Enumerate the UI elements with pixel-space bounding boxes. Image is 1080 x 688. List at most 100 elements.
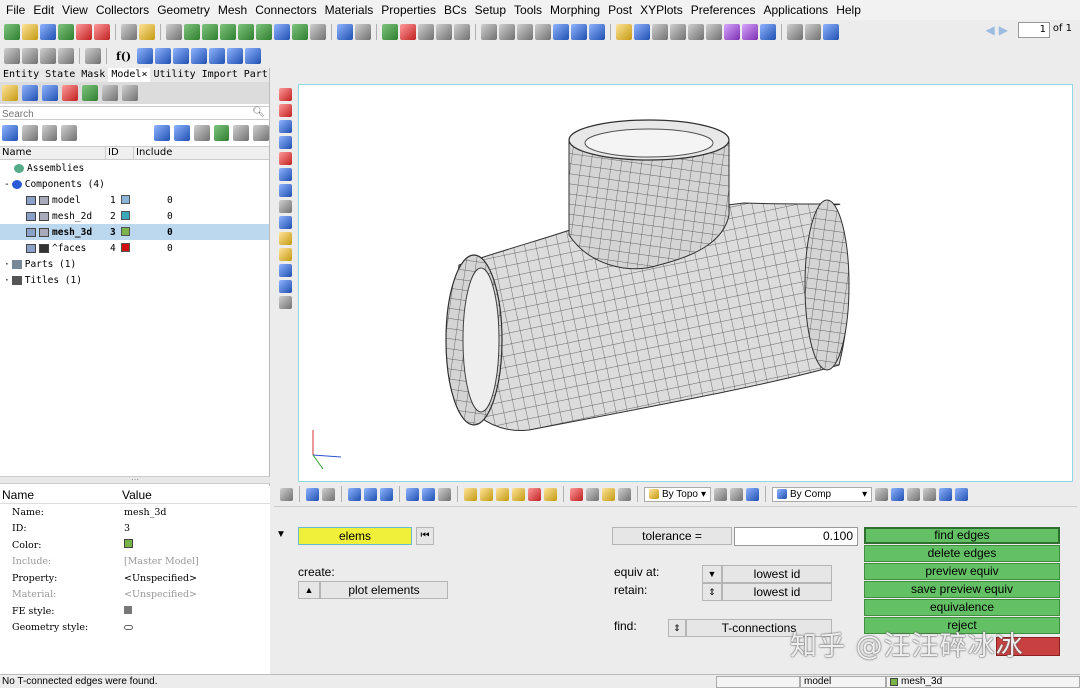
mesh-icon[interactable]	[278, 136, 292, 149]
menu-setup[interactable]: Setup	[471, 3, 510, 17]
menu-mesh[interactable]: Mesh	[214, 3, 251, 17]
lock-icon[interactable]	[278, 296, 292, 309]
cube-icon-5[interactable]	[724, 24, 740, 40]
line-style-icon[interactable]	[907, 487, 921, 501]
property-view-icon[interactable]	[62, 85, 78, 101]
display-icon[interactable]	[310, 24, 326, 40]
prop-row-name[interactable]: Name: mesh_3d	[0, 504, 270, 521]
panel-splitter[interactable]: ⋯	[0, 476, 270, 484]
copy-icon-2[interactable]	[40, 48, 56, 64]
geometry-style-icon[interactable]	[124, 625, 133, 631]
menu-connectors[interactable]: Connectors	[251, 3, 320, 17]
prop-value[interactable]	[112, 539, 133, 551]
elems-selector[interactable]: elems	[298, 527, 412, 545]
sigma-icon[interactable]	[787, 24, 803, 40]
retain-selector[interactable]: lowest id	[722, 583, 832, 601]
menu-collectors[interactable]: Collectors	[92, 3, 153, 17]
shaded-icon[interactable]	[306, 487, 319, 501]
measure-icon[interactable]	[616, 24, 632, 40]
tolerance-input[interactable]: 0.100	[734, 527, 858, 546]
systems-icon[interactable]	[278, 184, 292, 197]
menu-properties[interactable]: Properties	[377, 3, 440, 17]
tree-parts[interactable]: · Parts (1)	[0, 256, 269, 272]
toggle-icon[interactable]: ⇕	[702, 583, 722, 601]
reveal-icon[interactable]	[233, 125, 250, 141]
menu-file[interactable]: File	[2, 3, 29, 17]
menu-view[interactable]: View	[58, 3, 92, 17]
paste-icon[interactable]	[22, 48, 38, 64]
color-icon-3[interactable]	[496, 487, 509, 501]
arrow-left-icon[interactable]	[348, 487, 361, 501]
style-icon-2[interactable]	[891, 487, 905, 501]
find-icon[interactable]	[166, 24, 182, 40]
menu-geometry[interactable]: Geometry	[153, 3, 214, 17]
box-icon[interactable]	[418, 24, 434, 40]
select-icon-3[interactable]	[220, 24, 236, 40]
function-button[interactable]: f()	[112, 50, 135, 63]
spreadsheet-icon-5[interactable]	[209, 48, 226, 64]
user-icon[interactable]	[121, 24, 137, 40]
menu-help[interactable]: Help	[832, 3, 865, 17]
page-number-input[interactable]: 1	[1018, 22, 1050, 38]
zoom-icon[interactable]	[481, 24, 497, 40]
select-icon-2[interactable]	[202, 24, 218, 40]
tree-components[interactable]: - Components (4)	[0, 176, 269, 192]
view-option-icon-2[interactable]	[729, 487, 743, 501]
tree-item-mesh-2d[interactable]: mesh_2d 2 0	[0, 208, 269, 224]
color-icon-4[interactable]	[512, 487, 525, 501]
spin-icon[interactable]	[571, 24, 587, 40]
toggle-icon[interactable]: ⇕	[668, 619, 686, 637]
display-mode-icon[interactable]	[280, 487, 293, 501]
cursor-icon[interactable]	[193, 125, 210, 141]
cube-icon[interactable]	[652, 24, 668, 40]
prop-row-property[interactable]: Property: <Unspecified>	[0, 570, 270, 587]
tree-item-model[interactable]: model 1 0	[0, 192, 269, 208]
preview-equiv-button[interactable]: preview equiv	[864, 563, 1060, 580]
spreadsheet-icon-7[interactable]	[245, 48, 262, 64]
anchor-icon[interactable]	[274, 24, 290, 40]
pan-icon[interactable]	[517, 24, 533, 40]
undo-view-icon[interactable]	[380, 487, 393, 501]
menu-morphing[interactable]: Morphing	[546, 3, 604, 17]
panel-icon[interactable]	[955, 487, 969, 501]
col-include[interactable]: Include	[134, 147, 172, 159]
export-icon[interactable]	[76, 24, 92, 40]
tab-part[interactable]: Part	[241, 68, 271, 82]
loads-icon[interactable]	[278, 264, 292, 277]
cube-view-icon[interactable]	[745, 487, 759, 501]
delete-icon[interactable]	[570, 487, 583, 501]
expand-icon[interactable]: ·	[4, 275, 10, 286]
prop-value[interactable]: mesh_3d	[112, 507, 167, 518]
label-icon-2[interactable]	[278, 248, 292, 261]
expand-icon[interactable]: ·	[4, 259, 10, 270]
color-swatch[interactable]	[124, 539, 133, 549]
page-nav-arrows-icon[interactable]: ◀▶	[986, 23, 1012, 37]
hide-icon[interactable]	[174, 125, 190, 141]
menu-edit[interactable]: Edit	[29, 3, 58, 17]
zoom-out-icon[interactable]	[499, 24, 515, 40]
save-preview-equiv-button[interactable]: save preview equiv	[864, 581, 1060, 598]
wrench-icon[interactable]	[322, 487, 335, 501]
comp-dropdown[interactable]: By Comp ▾	[771, 486, 873, 502]
settings-icon[interactable]	[939, 487, 953, 501]
solids-icon[interactable]	[278, 168, 292, 181]
prop-row-geometry-style[interactable]: Geometry style:	[0, 620, 270, 637]
equiv-at-selector[interactable]: lowest id	[722, 565, 832, 583]
chevron-down-icon[interactable]: ▼	[702, 565, 722, 583]
prop-value[interactable]: 3	[112, 523, 130, 534]
loadcase-view-icon[interactable]	[82, 85, 98, 101]
chevron-down-icon[interactable]: ▼	[276, 529, 286, 540]
label-icon[interactable]	[278, 232, 292, 245]
expand-icon[interactable]	[2, 125, 18, 141]
orient-icon[interactable]	[589, 24, 605, 40]
select-icon-5[interactable]	[256, 24, 272, 40]
component-view-icon[interactable]	[22, 85, 38, 101]
spreadsheet-icon-2[interactable]	[155, 48, 172, 64]
script-icon[interactable]	[85, 48, 101, 64]
save-icon[interactable]	[40, 24, 56, 40]
color-icon[interactable]	[464, 487, 477, 501]
filter-icon-3[interactable]	[61, 125, 78, 141]
topo-dropdown[interactable]: By Topo ▾	[644, 486, 711, 502]
tab-utility[interactable]: Utility	[150, 68, 198, 82]
component-icon[interactable]	[278, 88, 292, 101]
